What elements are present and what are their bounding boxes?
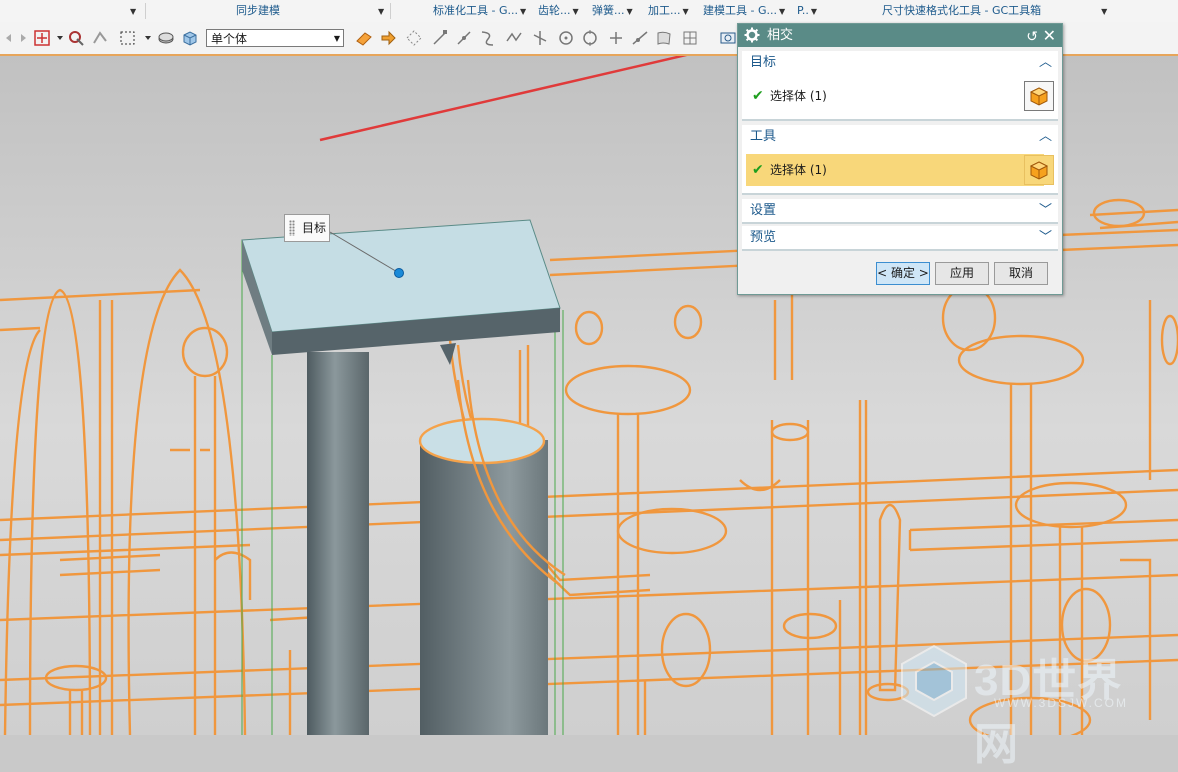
tool-section-header[interactable]: 工具 ︿	[742, 125, 1058, 149]
tool-select-label: 选择体 (1)	[770, 163, 827, 177]
chevron-up-icon[interactable]: ︿	[1039, 125, 1052, 149]
ribbon-group-dropdown[interactable]: ▼	[128, 0, 140, 22]
point-on-curve-icon[interactable]	[630, 28, 650, 48]
existing-point-icon[interactable]	[606, 28, 626, 48]
column-left	[307, 352, 369, 735]
cube-icon	[1029, 87, 1049, 106]
drag-handle-icon[interactable]	[289, 220, 295, 236]
ribbon-group-label: 标准化工具 - G...	[433, 4, 518, 17]
section-title: 工具	[750, 129, 777, 144]
chevron-down-icon[interactable]	[138, 28, 158, 48]
target-section: 目标 ︿ ✔ 选择体 (1)	[742, 51, 1058, 121]
ribbon-group-p[interactable]: P.. ▼	[797, 0, 823, 22]
ok-button[interactable]: < 确定 >	[876, 262, 930, 285]
face-rule-icon[interactable]	[354, 28, 374, 48]
check-icon: ✔	[752, 162, 764, 178]
box-select-icon[interactable]	[118, 28, 138, 48]
tool-section: 工具 ︿ ✔ 选择体 (1)	[742, 125, 1058, 195]
preview-section[interactable]: 预览 ﹀	[742, 226, 1058, 251]
settings-section[interactable]: 设置 ﹀	[742, 199, 1058, 224]
ribbon-group-label: 同步建模	[236, 4, 280, 17]
select-tool-body-button[interactable]	[1024, 155, 1054, 185]
ribbon-group-standard-tools[interactable]: 标准化工具 - G... ▼	[433, 0, 533, 22]
intersect-dialog: 相交 ↺ ✕ 目标 ︿ ✔ 选择体 (1) 工具 ︿ ✔ 选择体 (1) 设置 …	[737, 23, 1063, 295]
mid-point-icon[interactable]	[454, 28, 474, 48]
watermark-cube-icon	[901, 644, 967, 718]
selection-filter-dropdown[interactable]: 单个体 ▼	[206, 29, 344, 47]
ribbon-group-bar: ▼ 同步建模 ▼ 标准化工具 - G... ▼ 齿轮... ▼ 弹簧... ▼ 加工..…	[0, 0, 1178, 23]
point-on-face-icon[interactable]	[654, 28, 674, 48]
select-body-button[interactable]	[1024, 81, 1054, 111]
chevron-down-icon: ▼	[333, 34, 340, 43]
ribbon-group-label: 齿轮...	[538, 4, 571, 17]
end-point-icon[interactable]	[430, 28, 450, 48]
reset-icon[interactable]: ↺	[1026, 26, 1038, 49]
solid-cube-icon[interactable]	[180, 28, 200, 48]
ribbon-group-modeling-tools[interactable]: 建模工具 - G... ▼	[703, 0, 793, 22]
snap-vertices-icon[interactable]	[404, 28, 424, 48]
select-curve-icon[interactable]	[90, 28, 110, 48]
redo-icon[interactable]	[12, 28, 32, 48]
intersection-point-icon[interactable]	[530, 28, 550, 48]
preview-header-label: 预览	[750, 230, 777, 245]
target-select-row[interactable]: ✔ 选择体 (1)	[746, 80, 1044, 112]
grid-icon[interactable]	[680, 28, 700, 48]
chevron-up-icon[interactable]: ︿	[1039, 51, 1052, 75]
select-feature-icon[interactable]	[66, 28, 86, 48]
settings-header-label: 设置	[750, 203, 777, 218]
section-title: 目标	[750, 55, 777, 70]
apply-button[interactable]: 应用	[935, 262, 989, 285]
watermark-logo: 3D世界网 WWW.3DSJW.COM	[894, 640, 1164, 769]
ribbon-group-label: 弹簧...	[592, 4, 625, 17]
ribbon-group-spring[interactable]: 弹簧... ▼	[592, 0, 644, 22]
ribbon-group-machining[interactable]: 加工... ▼	[648, 0, 698, 22]
curve-point-icon[interactable]	[478, 28, 498, 48]
dialog-titlebar[interactable]: 相交 ↺ ✕	[738, 24, 1062, 47]
view-fit-icon[interactable]	[718, 28, 738, 48]
target-tag[interactable]: 目标	[284, 214, 330, 242]
ribbon-group-sync-modeling[interactable]: 同步建模 ▼	[236, 0, 386, 22]
tool-select-row[interactable]: ✔ 选择体 (1)	[746, 154, 1044, 186]
body-filter-icon[interactable]	[156, 28, 176, 48]
ribbon-group-label: 建模工具 - G...	[703, 4, 777, 17]
watermark-subtext: WWW.3DSJW.COM	[994, 696, 1128, 710]
arc-center-icon[interactable]	[556, 28, 576, 48]
selection-filter-value: 单个体	[211, 32, 248, 46]
ribbon-group-dimension-format[interactable]: 尺寸快速格式化工具 - GC工具箱 ▼	[882, 0, 1112, 22]
target-tag-label: 目标	[302, 221, 327, 235]
chevron-down-icon[interactable]: ﹀	[1039, 226, 1052, 250]
column-right	[420, 440, 548, 735]
ribbon-group-label: 加工...	[648, 4, 681, 17]
gear-icon[interactable]	[744, 27, 760, 51]
target-select-label: 选择体 (1)	[770, 89, 827, 103]
snap-point-icon[interactable]	[32, 28, 52, 48]
close-icon[interactable]: ✕	[1043, 24, 1056, 47]
chevron-down-icon[interactable]: ﹀	[1039, 199, 1052, 223]
quadrant-point-icon[interactable]	[580, 28, 600, 48]
control-point-icon[interactable]	[504, 28, 524, 48]
ribbon-group-label: P..	[797, 4, 809, 17]
target-section-header[interactable]: 目标 ︿	[742, 51, 1058, 75]
check-icon: ✔	[752, 88, 764, 104]
dialog-title: 相交	[767, 28, 794, 43]
cancel-button[interactable]: 取消	[994, 262, 1048, 285]
arrow-right-icon[interactable]	[378, 28, 398, 48]
target-point-icon[interactable]	[394, 268, 404, 278]
ribbon-group-gear[interactable]: 齿轮... ▼	[538, 0, 588, 22]
cube-icon	[1029, 161, 1049, 180]
ribbon-group-label: 尺寸快速格式化工具 - GC工具箱	[882, 4, 1042, 17]
